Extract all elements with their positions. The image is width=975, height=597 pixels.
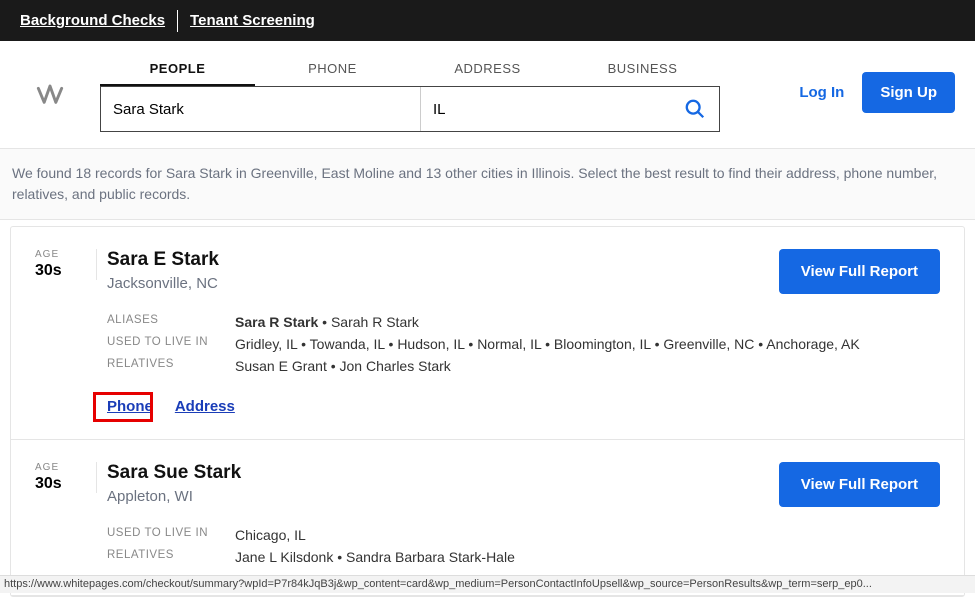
view-report-button[interactable]: View Full Report [779, 462, 940, 507]
results-list: AGE 30s Sara E Stark Jacksonville, NC Vi… [10, 226, 965, 597]
person-name: Sara E Stark [107, 249, 219, 271]
relatives-label: RELATIVES [107, 358, 235, 374]
view-report-button[interactable]: View Full Report [779, 249, 940, 294]
nav-background-checks[interactable]: Background Checks [20, 12, 165, 29]
lived-in-value: Gridley, IL • Towanda, IL • Hudson, IL •… [235, 336, 860, 352]
quick-links: Phone Address [107, 398, 940, 415]
lived-in-label: USED TO LIVE IN [107, 527, 235, 543]
signup-button[interactable]: Sign Up [862, 72, 955, 113]
result-card: AGE 30s Sara Sue Stark Appleton, WI View… [11, 440, 964, 596]
aliases-value: Sara R Stark • Sarah R Stark [235, 314, 419, 330]
search-button[interactable] [671, 87, 719, 131]
age-value: 30s [35, 475, 86, 493]
header: PEOPLE PHONE ADDRESS BUSINESS Log In Sig… [0, 41, 975, 149]
search-panel: PEOPLE PHONE ADDRESS BUSINESS [100, 53, 720, 132]
person-location: Jacksonville, NC [107, 275, 219, 292]
lived-in-label: USED TO LIVE IN [107, 336, 235, 352]
relatives-value: Jane L Kilsdonk • Sandra Barbara Stark-H… [235, 549, 515, 565]
search-name-input[interactable] [101, 87, 421, 131]
search-location-input[interactable] [421, 87, 671, 131]
search-tabs: PEOPLE PHONE ADDRESS BUSINESS [100, 53, 720, 86]
relatives-value: Susan E Grant • Jon Charles Stark [235, 358, 451, 374]
result-card: AGE 30s Sara E Stark Jacksonville, NC Vi… [11, 227, 964, 440]
lived-in-value: Chicago, IL [235, 527, 306, 543]
address-link[interactable]: Address [175, 398, 235, 415]
browser-status-bar: https://www.whitepages.com/checkout/summ… [0, 575, 975, 593]
aliases-label: ALIASES [107, 314, 235, 330]
age-column: AGE 30s [35, 249, 97, 280]
nav-tenant-screening[interactable]: Tenant Screening [190, 12, 315, 29]
tab-phone[interactable]: PHONE [255, 53, 410, 86]
search-row [100, 86, 720, 132]
tab-business[interactable]: BUSINESS [565, 53, 720, 86]
tab-people[interactable]: PEOPLE [100, 53, 255, 86]
logo-icon [36, 79, 64, 107]
results-summary: We found 18 records for Sara Stark in Gr… [0, 149, 975, 220]
person-location: Appleton, WI [107, 488, 241, 505]
search-icon [684, 98, 706, 120]
age-label: AGE [35, 462, 86, 473]
logo[interactable] [20, 79, 80, 107]
age-label: AGE [35, 249, 86, 260]
result-details: USED TO LIVE IN Chicago, IL RELATIVES Ja… [107, 527, 940, 565]
top-nav: Background Checks Tenant Screening [0, 0, 975, 41]
auth-links: Log In Sign Up [799, 72, 955, 113]
relatives-label: RELATIVES [107, 549, 235, 565]
tab-address[interactable]: ADDRESS [410, 53, 565, 86]
person-name: Sara Sue Stark [107, 462, 241, 484]
age-value: 30s [35, 262, 86, 280]
login-link[interactable]: Log In [799, 84, 844, 101]
age-column: AGE 30s [35, 462, 97, 493]
nav-separator [177, 10, 178, 32]
phone-link[interactable]: Phone [107, 398, 153, 415]
result-details: ALIASES Sara R Stark • Sarah R Stark USE… [107, 314, 940, 374]
